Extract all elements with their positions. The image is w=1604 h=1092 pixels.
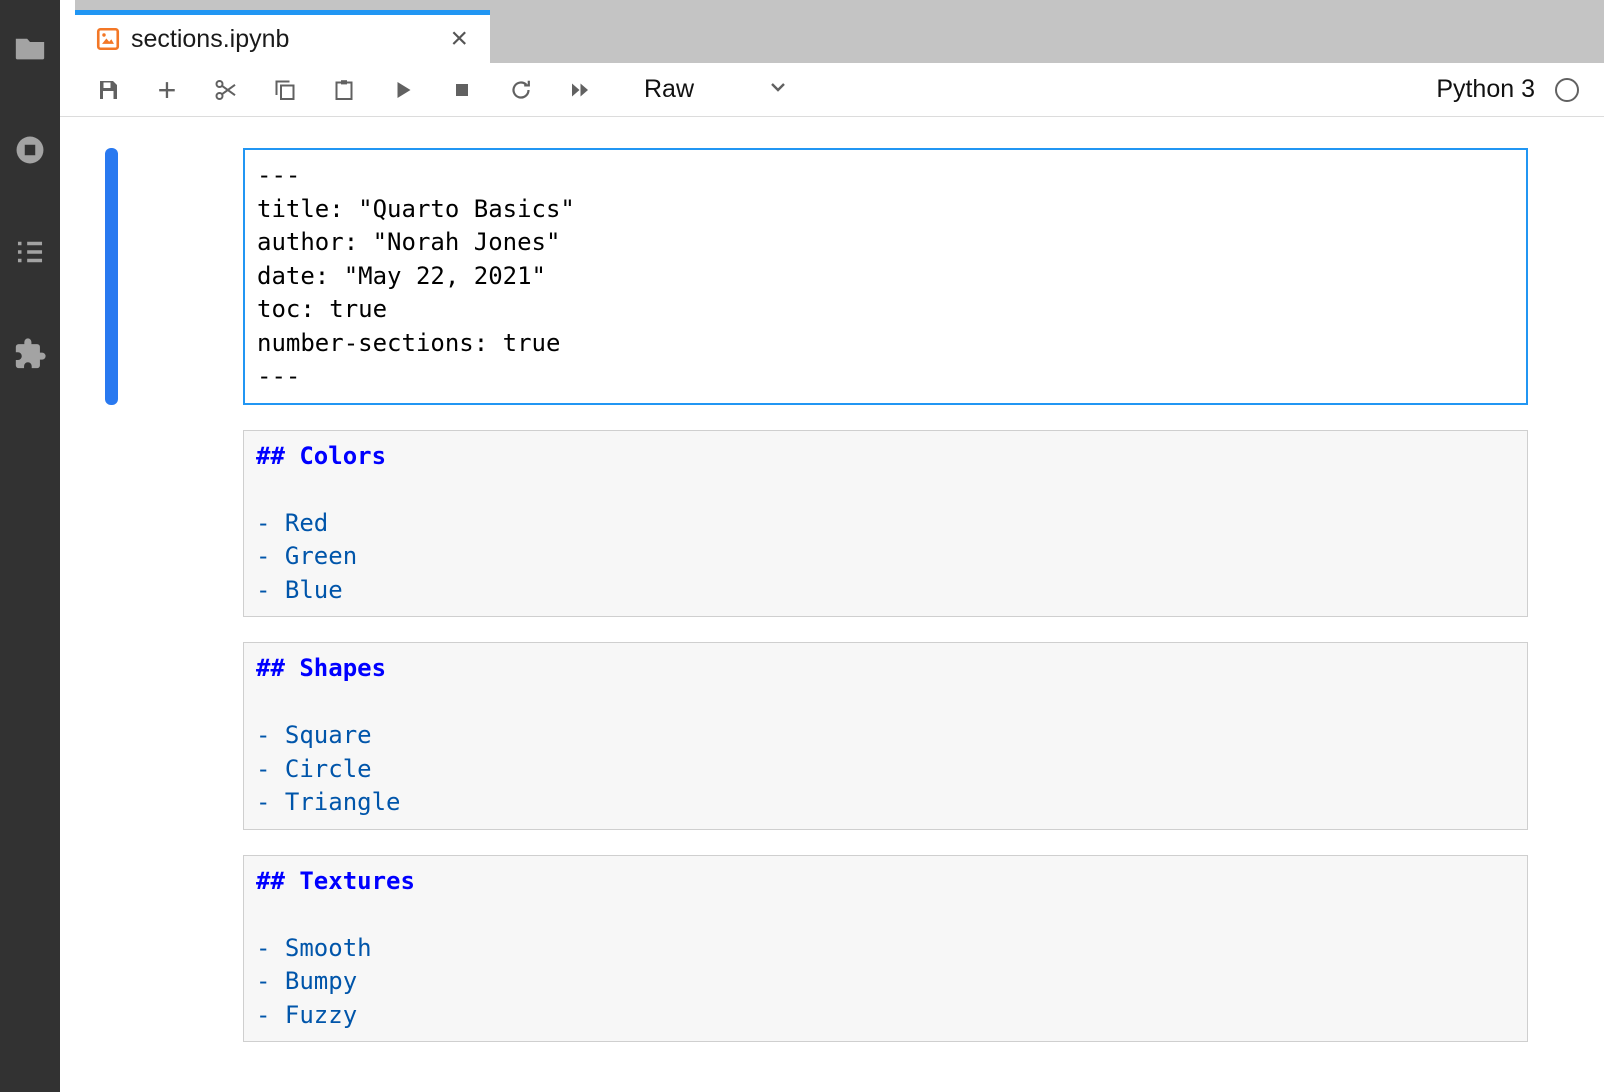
markdown-cell-editor[interactable]: ## Colors - Red - Green - Blue bbox=[243, 430, 1528, 618]
code-line: date: "May 22, 2021" bbox=[257, 260, 1514, 294]
cut-cells-button[interactable] bbox=[213, 77, 239, 103]
markdown-cell-editor[interactable]: ## Textures - Smooth - Bumpy - Fuzzy bbox=[243, 855, 1528, 1043]
cell-prompt bbox=[118, 642, 243, 830]
sidebar-item-table-of-contents[interactable] bbox=[10, 234, 50, 274]
markdown-list-item: - Fuzzy bbox=[256, 999, 1515, 1033]
code-line: --- bbox=[257, 360, 1514, 394]
cell-row-markdown-textures: ## Textures - Smooth - Bumpy - Fuzzy bbox=[60, 855, 1528, 1043]
add-cell-button[interactable]: + bbox=[154, 77, 180, 103]
cell-prompt bbox=[118, 855, 243, 1043]
cell-prompt bbox=[118, 430, 243, 618]
markdown-list-item: - Red bbox=[256, 507, 1515, 541]
chevron-down-icon bbox=[766, 75, 790, 104]
restart-run-all-button[interactable] bbox=[567, 77, 593, 103]
puzzle-icon bbox=[13, 337, 47, 376]
markdown-list-item: - Circle bbox=[256, 753, 1515, 787]
sidebar-item-extensions[interactable] bbox=[10, 336, 50, 376]
notebook-panel: --- title: "Quarto Basics" author: "Nora… bbox=[60, 117, 1604, 1092]
blank-line bbox=[256, 473, 1515, 507]
sidebar-item-running-sessions[interactable] bbox=[10, 132, 50, 172]
tab-title: sections.ipynb bbox=[131, 25, 289, 54]
markdown-list-item: - Smooth bbox=[256, 932, 1515, 966]
tab-bar-lead bbox=[60, 0, 75, 63]
cell-collapser[interactable] bbox=[105, 855, 118, 1043]
cell-prompt bbox=[118, 148, 243, 405]
raw-cell-editor[interactable]: --- title: "Quarto Basics" author: "Nora… bbox=[243, 148, 1528, 405]
code-line: author: "Norah Jones" bbox=[257, 226, 1514, 260]
sidebar-item-file-browser[interactable] bbox=[10, 30, 50, 70]
tab-sections-ipynb[interactable]: sections.ipynb × bbox=[75, 10, 490, 63]
markdown-list-item: - Bumpy bbox=[256, 965, 1515, 999]
kernel-name: Python 3 bbox=[1436, 75, 1535, 104]
stop-circle-icon bbox=[13, 133, 47, 172]
save-button[interactable] bbox=[95, 77, 121, 103]
folder-icon bbox=[13, 31, 47, 70]
code-line: --- bbox=[257, 159, 1514, 193]
cell-collapser[interactable] bbox=[105, 642, 118, 830]
markdown-list-item: - Square bbox=[256, 719, 1515, 753]
cell-row-markdown-shapes: ## Shapes - Square - Circle - Triangle bbox=[60, 642, 1528, 830]
tab-bar: sections.ipynb × bbox=[60, 0, 1604, 63]
notebook-toolbar: + bbox=[60, 63, 1604, 117]
jupyterlab-window: sections.ipynb × + bbox=[0, 0, 1604, 1092]
blank-line bbox=[256, 898, 1515, 932]
activity-sidebar bbox=[0, 0, 60, 1092]
cell-type-dropdown[interactable]: Raw bbox=[644, 75, 790, 104]
main-area: sections.ipynb × + bbox=[60, 0, 1604, 1092]
cell-row-markdown-colors: ## Colors - Red - Green - Blue bbox=[60, 430, 1528, 618]
markdown-header: ## Shapes bbox=[256, 652, 1515, 686]
copy-cells-button[interactable] bbox=[272, 77, 298, 103]
markdown-list-item: - Green bbox=[256, 540, 1515, 574]
markdown-header: ## Colors bbox=[256, 440, 1515, 474]
close-icon[interactable]: × bbox=[446, 24, 472, 54]
markdown-header: ## Textures bbox=[256, 865, 1515, 899]
kernel-status-icon[interactable] bbox=[1555, 78, 1579, 102]
markdown-list-item: - Triangle bbox=[256, 786, 1515, 820]
code-line: number-sections: true bbox=[257, 327, 1514, 361]
interrupt-kernel-button[interactable] bbox=[449, 77, 475, 103]
cell-collapser[interactable] bbox=[105, 148, 118, 405]
restart-kernel-button[interactable] bbox=[508, 77, 534, 103]
markdown-list-item: - Blue bbox=[256, 574, 1515, 608]
cell-type-value: Raw bbox=[644, 75, 694, 104]
code-line: title: "Quarto Basics" bbox=[257, 193, 1514, 227]
cell-collapser[interactable] bbox=[105, 430, 118, 618]
tab-bar-empty-space bbox=[490, 0, 1604, 63]
list-icon bbox=[13, 235, 47, 274]
kernel-indicator: Python 3 bbox=[1436, 75, 1579, 104]
notebook-icon bbox=[95, 26, 121, 52]
markdown-cell-editor[interactable]: ## Shapes - Square - Circle - Triangle bbox=[243, 642, 1528, 830]
run-button[interactable] bbox=[390, 77, 416, 103]
paste-cells-button[interactable] bbox=[331, 77, 357, 103]
code-line: toc: true bbox=[257, 293, 1514, 327]
cell-row-raw: --- title: "Quarto Basics" author: "Nora… bbox=[60, 148, 1528, 405]
blank-line bbox=[256, 686, 1515, 720]
